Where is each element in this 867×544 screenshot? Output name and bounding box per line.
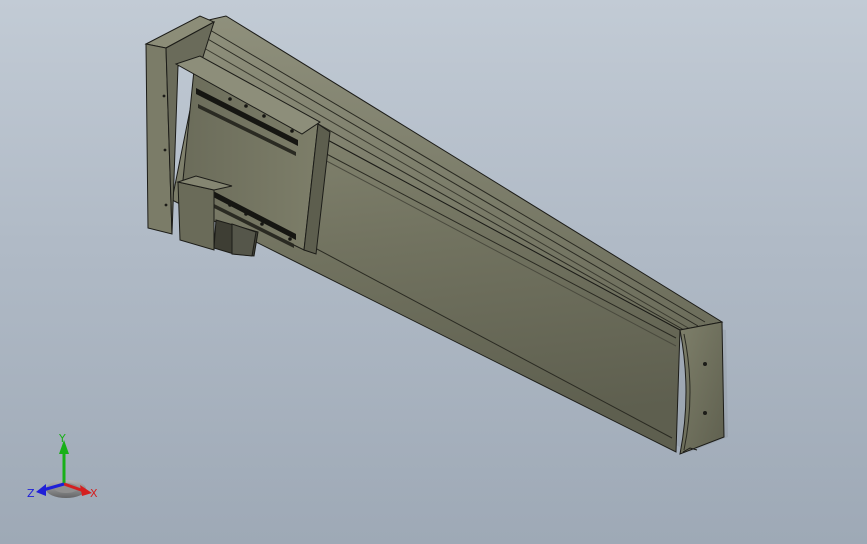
motor-bracket[interactable] [177,181,215,251]
carriage-bolt [288,237,292,241]
carriage-bolt [260,222,264,226]
carriage-bolt [244,212,248,216]
carriage-bolt [290,129,294,133]
end-plate-screw [162,94,166,98]
carriage-bolt [228,203,232,207]
end-cap-screw [703,362,707,366]
view-orientation-triad[interactable]: Y X Z [18,428,138,528]
carriage-bolt [244,104,248,108]
end-cap-screw [703,411,707,415]
end-plate-screw [164,203,168,207]
carriage-bolt [228,97,232,101]
z-axis-label: Z [27,487,35,500]
graphics-viewport[interactable]: Y X Z [0,0,867,544]
z-axis-arrow-head [36,484,46,496]
x-axis-label: X [90,487,98,500]
end-plate-screw [163,148,167,152]
y-axis-label: Y [58,432,66,445]
carriage-bolt [262,114,266,118]
